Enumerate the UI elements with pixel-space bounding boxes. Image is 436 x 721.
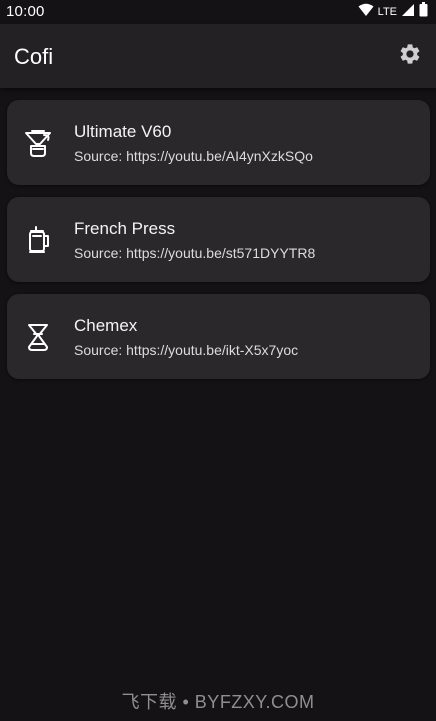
recipe-title: French Press <box>74 219 176 238</box>
recipe-source: Source: https://youtu.be/st571DYYTR8 <box>74 245 316 261</box>
french-press-icon <box>23 225 53 255</box>
recipe-card-french-press[interactable]: French Press Source: https://youtu.be/st… <box>7 197 430 282</box>
network-type: LTE <box>377 6 397 18</box>
cellular-signal-icon <box>401 3 415 22</box>
watermark: 飞下载 • BYFZXY.COM <box>121 692 315 712</box>
v60-dripper-icon <box>23 128 53 158</box>
recipe-source: Source: https://youtu.be/ikt-X5x7yoc <box>74 342 299 358</box>
app-title: Cofi <box>14 44 54 69</box>
battery-icon <box>419 2 428 22</box>
wifi-icon <box>358 3 374 22</box>
status-icons: LTE <box>358 2 428 22</box>
recipe-title: Ultimate V60 <box>74 122 172 141</box>
settings-button[interactable] <box>396 42 424 70</box>
recipe-card-ultimate-v60[interactable]: Ultimate V60 Source: https://youtu.be/AI… <box>7 100 430 185</box>
recipe-title: Chemex <box>74 316 138 335</box>
chemex-icon <box>23 322 53 352</box>
status-time: 10:00 <box>6 3 45 20</box>
recipe-list: Ultimate V60 Source: https://youtu.be/AI… <box>7 100 430 391</box>
status-bar: 10:00 LTE <box>0 0 436 24</box>
gear-icon <box>398 42 422 71</box>
app-bar: Cofi <box>0 24 436 88</box>
recipe-source: Source: https://youtu.be/AI4ynXzkSQo <box>74 148 313 164</box>
recipe-card-chemex[interactable]: Chemex Source: https://youtu.be/ikt-X5x7… <box>7 294 430 379</box>
